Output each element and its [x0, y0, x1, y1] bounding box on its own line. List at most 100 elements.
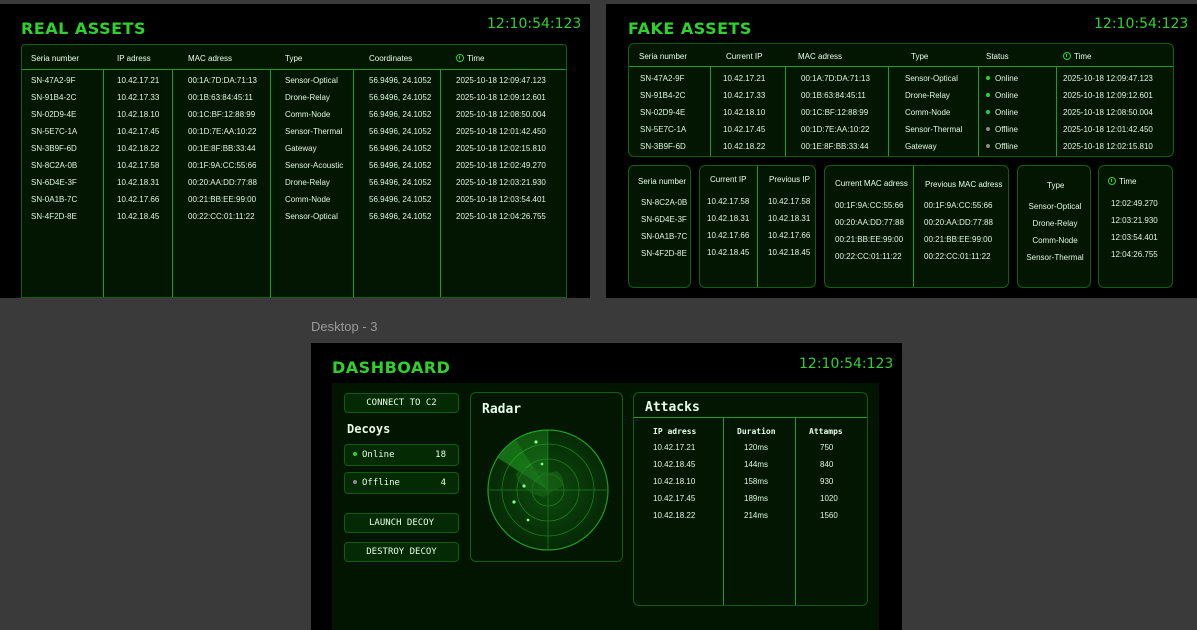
dashboard-body: CONNECT TO C2 Decoys Online 18 Offline 4… [332, 383, 879, 630]
table-cell: Sensor-Optical [285, 212, 338, 221]
previous-ip-cell: 10.42.17.66 [768, 231, 811, 240]
status-cell: Online [986, 108, 1018, 117]
fake-assets-title: FAKE ASSETS [628, 19, 752, 38]
time-header: Time [1108, 177, 1136, 186]
current-ip-header: Current IP [710, 175, 747, 184]
column-divider [270, 69, 271, 297]
status-label: Online [995, 108, 1019, 117]
time-cell: 12:04:26.755 [1111, 250, 1158, 259]
status-label: Online [995, 91, 1019, 100]
radar-title: Radar [482, 402, 522, 417]
radar-panel: Radar [470, 392, 623, 562]
attacks-cell: 10.42.18.10 [653, 477, 696, 486]
table-cell: 56.9496, 24.1052 [369, 76, 432, 85]
attacks-cell: 10.42.17.21 [653, 443, 696, 452]
table-cell: 2025-10-18 12:01:42.450 [456, 127, 546, 136]
table-cell: 10.42.17.45 [723, 125, 766, 134]
status-cell: Online [986, 74, 1018, 83]
attacks-cell: 120ms [744, 443, 769, 452]
table-cell: 00:1B:63:84:45:11 [188, 93, 253, 102]
table-cell: Drone-Relay [285, 178, 330, 187]
table-cell: Gateway [905, 142, 937, 151]
attacks-cell: 214ms [744, 511, 769, 520]
attacks-cell: 10.42.17.45 [653, 494, 696, 503]
attacks-cell: 10.42.18.22 [653, 511, 696, 520]
table-cell: 00:21:BB:EE:99:00 [188, 195, 257, 204]
table-cell: SN-8C2A-0B [31, 161, 78, 170]
table-cell: 56.9496, 24.1052 [369, 161, 432, 170]
offline-status-dot [986, 144, 990, 148]
table-cell: 00:1E:8F:BB:33:44 [801, 142, 869, 151]
decoys-offline-row[interactable]: Offline 4 [344, 472, 459, 494]
serial-cell: SN-6D4E-3F [641, 215, 687, 224]
decoys-offline-label: Offline [362, 478, 400, 488]
table-cell: SN-3B9F-6D [31, 144, 77, 153]
column-divider [723, 417, 724, 605]
table-cell: 56.9496, 24.1052 [369, 195, 432, 204]
table-cell: 2025-10-18 12:03:54.401 [456, 195, 546, 204]
status-cell: Online [986, 91, 1018, 100]
clock-icon [456, 54, 464, 62]
table-header-cell: Time [456, 54, 484, 63]
table-header-cell: MAC adress [188, 54, 233, 63]
table-cell: 00:1F:9A:CC:55:66 [188, 161, 257, 170]
table-cell: 00:1D:7E:AA:10:22 [801, 125, 870, 134]
attacks-header-cell: IP adress [653, 427, 697, 436]
radar-scope [487, 429, 609, 551]
column-divider [795, 417, 796, 605]
connect-c2-button[interactable]: CONNECT TO C2 [344, 393, 459, 413]
attacks-cell: 1560 [820, 511, 838, 520]
decoys-online-row[interactable]: Online 18 [344, 444, 459, 466]
destroy-decoy-button[interactable]: DESTROY DECOY [344, 542, 459, 562]
previous-ip-header: Previous IP [769, 175, 810, 184]
table-cell: 2025-10-18 12:02:49.270 [456, 161, 546, 170]
fake-type-panel: Type Sensor-Optical Drone-Relay Comm-Node Se… [1017, 165, 1091, 288]
table-cell: Drone-Relay [905, 91, 950, 100]
table-cell: 2025-10-18 12:04:26.755 [456, 212, 546, 221]
status-label: Offline [995, 125, 1018, 134]
attacks-cell: 840 [820, 460, 834, 469]
attacks-header-cell: Attamps [809, 427, 843, 436]
table-cell: Comm-Node [285, 195, 331, 204]
current-mac-cell: 00:21:BB:EE:99:00 [835, 235, 904, 244]
online-status-dot [986, 110, 990, 114]
table-cell: 10.42.17.33 [723, 91, 766, 100]
launch-decoy-button[interactable]: LAUNCH DECOY [344, 513, 459, 533]
dashboard-frame: DASHBOARD 12:10:54:123 CONNECT TO C2 Dec… [311, 343, 902, 630]
fake-assets-top-table: Seria number Current IP MAC adress Type Stat… [628, 43, 1174, 157]
offline-status-dot [353, 480, 357, 484]
table-header-cell: Coordinates [369, 54, 413, 63]
clock-icon [1063, 52, 1071, 60]
status-cell: Offline [986, 125, 1018, 134]
table-cell: 56.9496, 24.1052 [369, 144, 432, 153]
attacks-cell: 189ms [744, 494, 769, 503]
type-cell: Comm-Node [1032, 236, 1078, 245]
column-divider [978, 66, 979, 156]
time-cell: 12:03:54.401 [1111, 233, 1158, 242]
column-divider [913, 166, 914, 287]
previous-mac-cell: 00:21:BB:EE:99:00 [924, 235, 993, 244]
table-cell: 56.9496, 24.1052 [369, 127, 432, 136]
fake-time-panel: Time 12:02:49.270 12:03:21.930 12:03:54.401… [1098, 165, 1173, 288]
column-divider [103, 69, 104, 297]
attacks-cell: 158ms [744, 477, 769, 486]
column-divider [440, 69, 441, 297]
previous-ip-cell: 10.42.18.45 [768, 248, 811, 257]
column-divider [888, 66, 889, 156]
table-cell: 2025-10-18 12:09:47.123 [1063, 74, 1153, 83]
table-cell: Drone-Relay [285, 93, 330, 102]
table-cell: SN-91B4-2C [640, 91, 686, 100]
serial-cell: SN-4F2D-8E [641, 249, 687, 258]
decoys-online-count: 18 [435, 450, 446, 460]
table-cell: 10.42.17.66 [117, 195, 160, 204]
current-mac-cell: 00:1F:9A:CC:55:66 [835, 201, 904, 210]
table-cell: 56.9496, 24.1052 [369, 110, 432, 119]
table-cell: SN-5E7C-1A [640, 125, 687, 134]
decoys-online-label: Online [362, 450, 395, 460]
table-header-cell: Time [1063, 52, 1091, 61]
decoys-offline-count: 4 [440, 478, 446, 488]
column-divider [757, 166, 758, 287]
table-cell: 2025-10-18 12:08:50.004 [456, 110, 546, 119]
table-cell: SN-02D9-4E [640, 108, 686, 117]
type-header: Type [1047, 181, 1065, 190]
